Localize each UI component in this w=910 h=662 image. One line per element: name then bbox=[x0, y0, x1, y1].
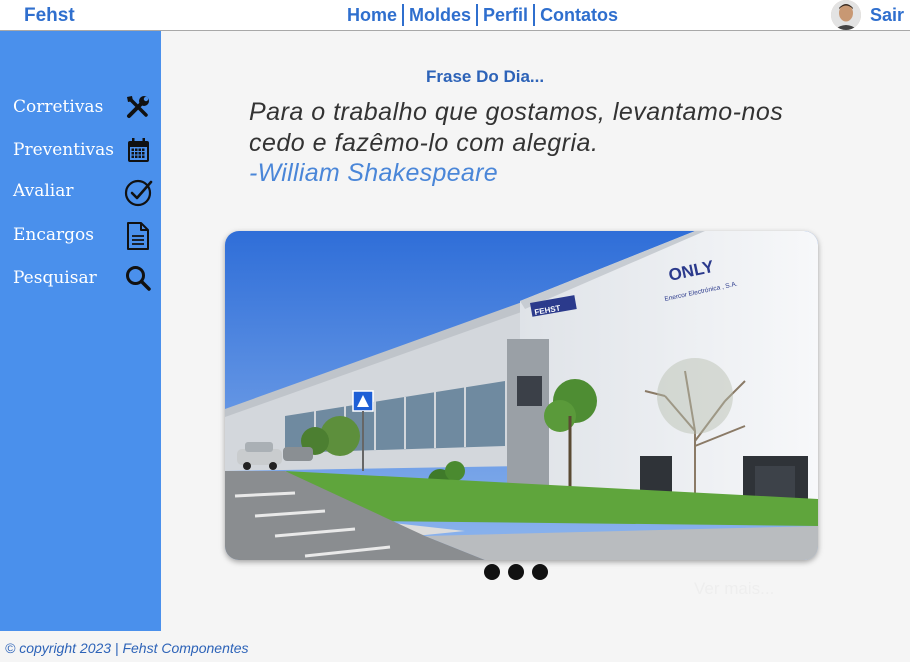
quote-text: Para o trabalho que gostamos, levantamo-… bbox=[249, 98, 784, 157]
document-icon bbox=[124, 221, 152, 250]
footer-copyright: © copyright 2023 | Fehst Componentes bbox=[5, 640, 249, 656]
sidebar-item-encargos[interactable]: Encargos bbox=[0, 219, 161, 255]
carousel-dots bbox=[484, 564, 548, 580]
nav-divider bbox=[402, 4, 405, 26]
nav-contatos[interactable]: Contatos bbox=[540, 5, 618, 26]
sidebar-item-label: Pesquisar bbox=[13, 268, 97, 288]
check-circle-icon bbox=[124, 177, 153, 207]
image-carousel[interactable]: ONLY Enercor Electrónica , S.A. FEHST bbox=[225, 231, 818, 560]
carousel-dot[interactable] bbox=[508, 564, 524, 580]
nav-home[interactable]: Home bbox=[347, 5, 397, 26]
brand-logo[interactable]: Fehst bbox=[24, 5, 75, 27]
sidebar-item-label: Corretivas bbox=[13, 97, 104, 117]
factory-photo: ONLY Enercor Electrónica , S.A. FEHST bbox=[225, 231, 818, 560]
top-bar: Fehst Home Moldes Perfil Contatos Sair bbox=[0, 0, 910, 31]
avatar[interactable] bbox=[831, 0, 861, 30]
sidebar-item-preventivas[interactable]: Preventivas bbox=[0, 134, 161, 170]
nav-moldes[interactable]: Moldes bbox=[409, 5, 471, 26]
nav-perfil[interactable]: Perfil bbox=[483, 5, 528, 26]
sidebar: Corretivas Preventivas Avaliar Encargos … bbox=[0, 31, 161, 631]
search-icon bbox=[124, 264, 152, 292]
sidebar-item-label: Preventivas bbox=[13, 140, 114, 160]
sidebar-item-pesquisar[interactable]: Pesquisar bbox=[0, 262, 161, 298]
sidebar-item-avaliar[interactable]: Avaliar bbox=[0, 175, 161, 211]
sidebar-item-label: Avaliar bbox=[13, 181, 74, 201]
carousel-dot[interactable] bbox=[532, 564, 548, 580]
quote-title: Frase Do Dia... bbox=[426, 67, 545, 86]
sidebar-item-label: Encargos bbox=[13, 225, 94, 245]
quote-author: -William Shakespeare bbox=[249, 159, 498, 187]
nav-divider bbox=[476, 4, 479, 26]
calendar-icon bbox=[124, 136, 152, 164]
main-nav: Home Moldes Perfil Contatos bbox=[347, 4, 618, 26]
ver-mais-link[interactable]: Ver mais... bbox=[694, 579, 774, 599]
sidebar-item-corretivas[interactable]: Corretivas bbox=[0, 91, 161, 127]
nav-divider bbox=[533, 4, 536, 26]
carousel-dot[interactable] bbox=[484, 564, 500, 580]
logout-link[interactable]: Sair bbox=[870, 5, 904, 26]
tools-icon bbox=[124, 93, 152, 121]
